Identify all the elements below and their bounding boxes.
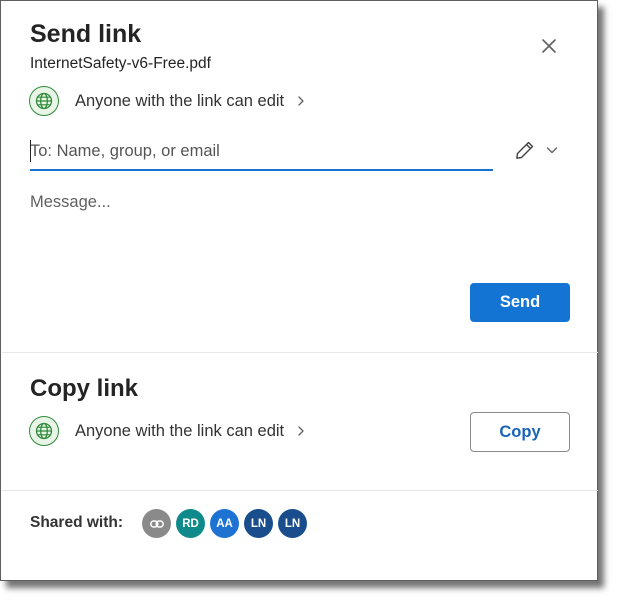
- section-divider: [2, 490, 598, 491]
- link-icon: [149, 519, 164, 528]
- permission-dropdown-button[interactable]: [544, 142, 560, 158]
- edit-permission-button[interactable]: [513, 138, 537, 162]
- text-cursor: [30, 140, 31, 162]
- globe-icon: [29, 86, 59, 116]
- send-link-title: Send link: [30, 20, 142, 48]
- pencil-icon: [516, 141, 534, 159]
- copy-link-permission-label: Anyone with the link can edit: [75, 421, 285, 440]
- send-link-permission-button[interactable]: Anyone with the link can edit: [29, 86, 306, 116]
- close-icon: [542, 39, 556, 53]
- chevron-right-icon: [298, 96, 304, 106]
- shared-with-label: Shared with:: [30, 514, 124, 531]
- message-input[interactable]: [30, 193, 560, 263]
- chevron-right-icon: [298, 426, 304, 436]
- close-button[interactable]: [534, 31, 564, 61]
- recipient-input[interactable]: [30, 133, 493, 171]
- share-dialog: Send link InternetSafety-v6-Free.pdf Any…: [0, 0, 598, 581]
- globe-icon: [29, 416, 59, 446]
- avatar[interactable]: LN: [278, 509, 307, 538]
- avatar[interactable]: AA: [210, 509, 239, 538]
- copy-link-permission-button[interactable]: Anyone with the link can edit: [29, 416, 306, 446]
- chevron-down-icon: [546, 147, 558, 154]
- copy-link-title: Copy link: [30, 375, 139, 402]
- send-link-permission-label: Anyone with the link can edit: [75, 91, 285, 110]
- file-name: InternetSafety-v6-Free.pdf: [30, 55, 211, 72]
- link-avatar[interactable]: [142, 509, 171, 538]
- send-button[interactable]: Send: [470, 283, 570, 322]
- section-divider: [2, 352, 598, 353]
- shared-with-avatars: RD AA LN LN: [142, 509, 307, 538]
- avatar[interactable]: RD: [176, 509, 205, 538]
- copy-button[interactable]: Copy: [470, 412, 570, 452]
- avatar[interactable]: LN: [244, 509, 273, 538]
